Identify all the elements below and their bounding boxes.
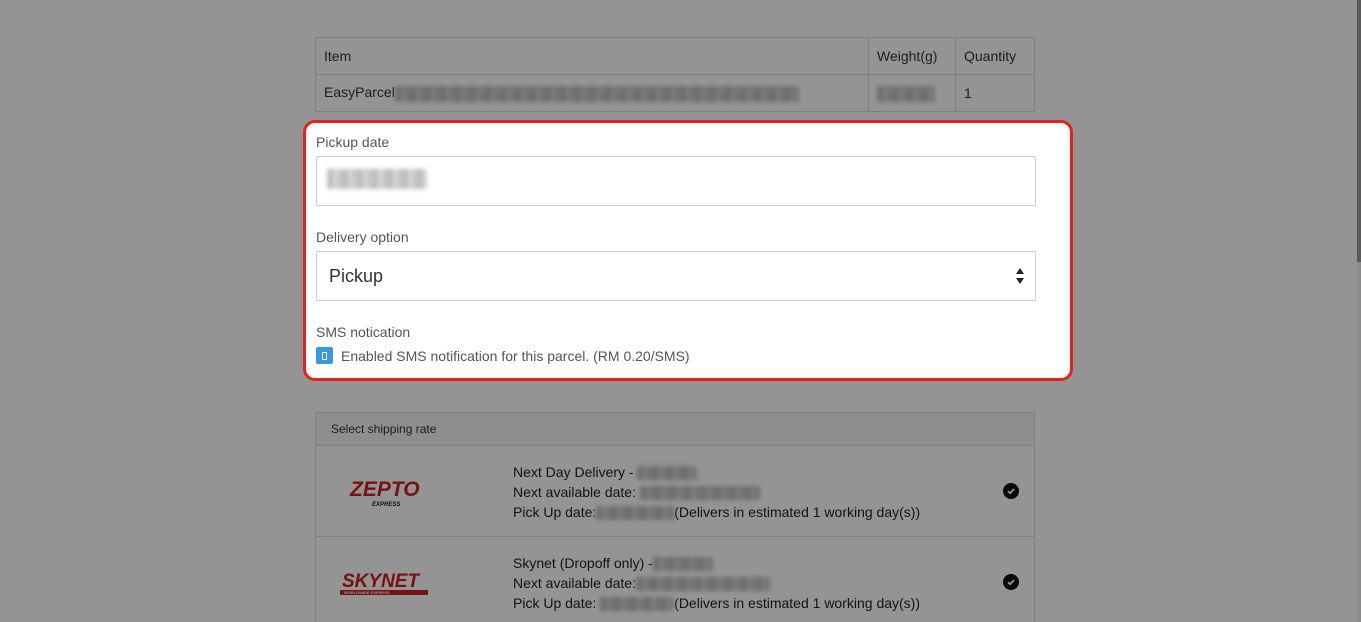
delivery-option-select[interactable]: Pickup (316, 251, 1036, 301)
rate-service-name: Next Day Delivery - (513, 464, 634, 480)
rate-option-zepto[interactable]: ZEPTO EXPRESS Next Day Delivery - Next a… (316, 446, 1034, 537)
shipping-rate-header: Select shipping rate (316, 413, 1034, 446)
scrollbar[interactable] (1357, 0, 1361, 622)
scrollbar-thumb[interactable] (1357, 0, 1361, 262)
redacted-price (637, 466, 698, 481)
redacted-pickup-date (596, 506, 675, 521)
rate-option-skynet[interactable]: SKYNET WORLDWIDE EXPRESS Skynet (Dropoff… (316, 537, 1034, 622)
item-name-cell: EasyParcel (315, 74, 869, 112)
weight-column-header: Weight(g) (868, 37, 956, 75)
quantity-cell: 1 (955, 74, 1035, 112)
delivery-estimate: (Delivers in estimated 1 working day(s)) (674, 595, 921, 611)
quantity-column-header: Quantity (955, 37, 1035, 75)
item-name: EasyParcel (324, 84, 395, 101)
delivery-estimate: (Delivers in estimated 1 working day(s)) (674, 504, 921, 520)
shipping-rate-panel: Select shipping rate ZEPTO EXPRESS Next … (315, 412, 1035, 622)
check-circle-icon[interactable] (1003, 483, 1019, 499)
zepto-express-logo: ZEPTO EXPRESS (349, 478, 420, 508)
delivery-option-label: Delivery option (316, 229, 409, 245)
select-arrows-icon (1015, 268, 1025, 284)
redacted-item-details (394, 85, 799, 102)
sms-notification-option[interactable]: Enabled SMS notification for this parcel… (316, 347, 690, 364)
rate-info-skynet: Skynet (Dropoff only) - Next available d… (513, 553, 920, 613)
skynet-logo-subtext: WORLDWIDE EXPRESS (344, 590, 390, 595)
redacted-pickup-date-value (327, 169, 427, 189)
zepto-logo-subtext: EXPRESS (372, 502, 400, 508)
sms-checkbox-text: Enabled SMS notification for this parcel… (341, 347, 690, 364)
redacted-pickup-date (600, 597, 675, 612)
item-table-header: Item Weight(g) Quantity (315, 37, 1035, 75)
skynet-logo-text: SKYNET (342, 571, 420, 592)
delivery-option-value: Pickup (329, 265, 384, 286)
pickup-date-label: Pick Up date: (513, 595, 597, 611)
pickup-date-label: Pick Up date: (513, 504, 597, 520)
pickup-date-input[interactable] (316, 156, 1036, 206)
weight-cell (868, 74, 956, 112)
zepto-logo-text: ZEPTO (349, 478, 420, 501)
sms-checkbox[interactable] (316, 347, 333, 364)
table-row: EasyParcel 1 (315, 74, 1035, 112)
pickup-date-label: Pickup date (316, 134, 390, 150)
redacted-next-date (639, 486, 760, 501)
skynet-logo: SKYNET WORLDWIDE EXPRESS (340, 571, 428, 595)
sms-notification-label: SMS notication (316, 324, 411, 340)
checkbox-mark-icon (322, 351, 327, 360)
rate-service-name: Skynet (Dropoff only) - (513, 555, 653, 571)
check-circle-icon[interactable] (1003, 574, 1019, 590)
redacted-weight (877, 85, 935, 102)
redacted-price (652, 557, 713, 572)
highlighted-form-card: Pickup date Delivery option Pickup SMS n… (303, 120, 1073, 381)
next-available-label: Next available date: (513, 575, 636, 591)
item-table: Item Weight(g) Quantity EasyParcel 1 (315, 37, 1035, 112)
rate-info-zepto: Next Day Delivery - Next available date:… (513, 462, 920, 522)
redacted-next-date (635, 577, 770, 592)
next-available-label: Next available date: (513, 484, 636, 500)
item-column-header: Item (315, 37, 869, 75)
